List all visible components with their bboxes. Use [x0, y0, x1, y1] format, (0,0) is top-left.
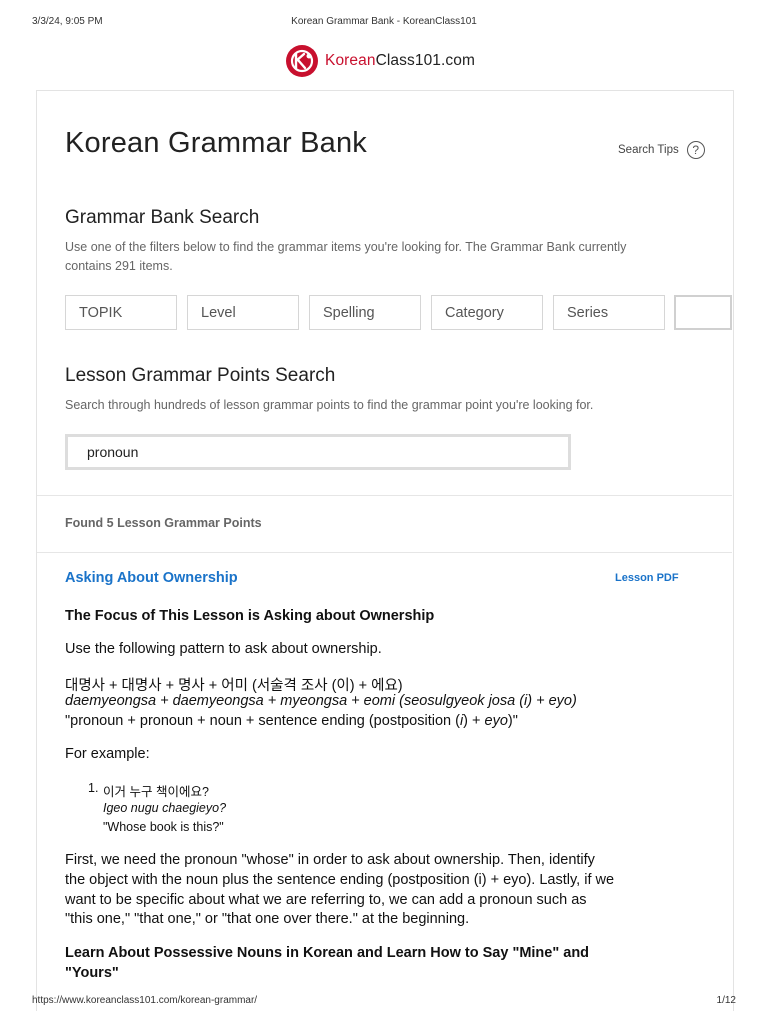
pattern-korean: 대명사 + 대명사 + 명사 + 어미 (서술격 조사 (이) + 에요)	[65, 678, 403, 694]
results-count: Found 5 Lesson Grammar Points	[65, 516, 262, 530]
lesson-title-link[interactable]: Asking About Ownership	[65, 570, 238, 586]
example-romanization: Igeo nugu chaegieyo?	[103, 801, 227, 815]
print-footer: https://www.koreanclass101.com/korean-gr…	[32, 995, 736, 1009]
koreanclass101-logo-icon	[286, 45, 318, 77]
search-tips-label: Search Tips	[618, 144, 679, 156]
grammar-bank-description: Use one of the filters below to find the…	[65, 240, 627, 273]
example-number: 1.	[88, 781, 99, 795]
filter-category[interactable]: Category	[431, 295, 543, 330]
divider	[37, 495, 732, 496]
explanation-paragraph: First, we need the pronoun "whose" in or…	[65, 852, 615, 928]
help-icon[interactable]: ?	[686, 141, 705, 159]
lesson-search-heading: Lesson Grammar Points Search	[65, 365, 336, 386]
filter-spelling[interactable]: Spelling	[309, 295, 421, 330]
filter-series[interactable]: Series	[553, 295, 665, 330]
print-header: 3/3/24, 9:05 PM Korean Grammar Bank - Ko…	[32, 16, 736, 30]
filter-extra[interactable]	[674, 295, 732, 330]
for-example-label: For example:	[65, 746, 150, 762]
pattern-romanization: daemyeongsa + daemyeongsa + myeongsa + e…	[65, 693, 577, 709]
lesson-search-input[interactable]: pronoun	[65, 434, 571, 470]
example-korean: 이거 누구 책이에요?	[103, 785, 209, 799]
example-english: "Whose book is this?"	[103, 820, 224, 834]
lesson-intro: Use the following pattern to ask about o…	[65, 641, 382, 657]
filter-level[interactable]: Level	[187, 295, 299, 330]
search-tips-link[interactable]: Search Tips ?	[618, 141, 705, 159]
pattern-english: "pronoun + pronoun + noun + sentence end…	[65, 713, 518, 729]
page-title: Korean Grammar Bank	[65, 127, 367, 159]
filter-topik[interactable]: TOPIK	[65, 295, 177, 330]
lesson-search-description: Search through hundreds of lesson gramma…	[65, 398, 594, 412]
print-page-number: 1/12	[716, 995, 736, 1006]
divider	[37, 552, 732, 553]
site-logo[interactable]: KoreanClass101.com	[285, 44, 475, 78]
grammar-bank-heading: Grammar Bank Search	[65, 207, 260, 228]
possessive-subheading: Learn About Possessive Nouns in Korean a…	[65, 945, 590, 981]
print-url: https://www.koreanclass101.com/korean-gr…	[32, 995, 258, 1006]
lesson-pdf-link[interactable]: Lesson PDF	[615, 572, 679, 584]
logo-text: KoreanClass101.com	[325, 52, 476, 69]
print-doc-title: Korean Grammar Bank - KoreanClass101	[291, 16, 477, 27]
lesson-focus-heading: The Focus of This Lesson is Asking about…	[65, 608, 435, 624]
